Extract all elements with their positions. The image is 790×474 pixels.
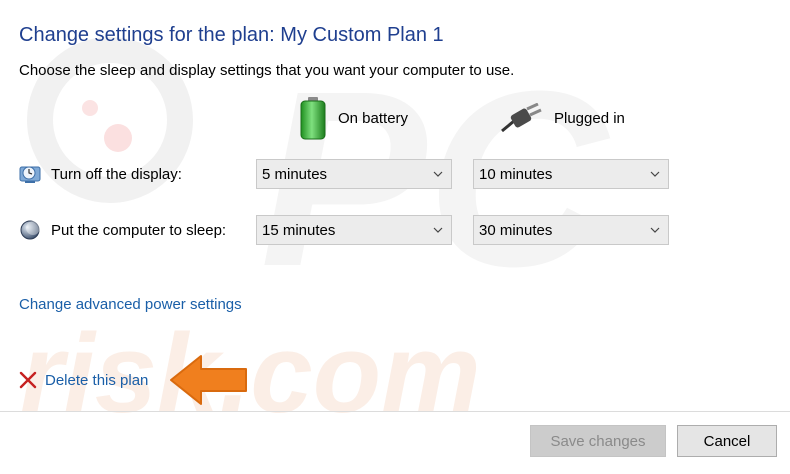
display-plugged-in-select[interactable]: 10 minutes bbox=[473, 159, 669, 189]
on-battery-label: On battery bbox=[338, 109, 409, 127]
display-timeout-label: Turn off the display: bbox=[51, 165, 182, 183]
footer-divider bbox=[0, 411, 790, 412]
sleep-timeout-label: Put the computer to sleep: bbox=[51, 221, 227, 239]
delete-plan-row[interactable]: Delete this plan bbox=[19, 366, 148, 394]
display-on-battery-select[interactable]: 5 minutes bbox=[256, 159, 452, 189]
chevron-down-icon bbox=[650, 227, 660, 233]
power-plug-icon bbox=[501, 103, 542, 133]
select-value: 5 minutes bbox=[262, 165, 328, 183]
delete-plan-link[interactable]: Delete this plan bbox=[45, 372, 148, 389]
battery-icon bbox=[300, 97, 326, 140]
save-changes-button[interactable]: Save changes bbox=[530, 425, 666, 457]
page-title: Change settings for the plan: My Custom … bbox=[19, 24, 444, 46]
display-timeout-row: Turn off the display: bbox=[19, 159, 182, 189]
delete-x-icon bbox=[19, 371, 37, 389]
select-value: 15 minutes bbox=[262, 221, 336, 239]
sleep-timeout-row: Put the computer to sleep: bbox=[19, 215, 226, 245]
advanced-power-settings-link[interactable]: Change advanced power settings bbox=[19, 296, 242, 313]
sleep-on-battery-select[interactable]: 15 minutes bbox=[256, 215, 452, 245]
select-value: 10 minutes bbox=[479, 165, 553, 183]
chevron-down-icon bbox=[433, 171, 443, 177]
sleep-plugged-in-select[interactable]: 30 minutes bbox=[473, 215, 669, 245]
sleep-moon-icon bbox=[20, 220, 40, 240]
display-timer-icon bbox=[19, 166, 41, 183]
column-on-battery: On battery bbox=[298, 96, 408, 140]
page-subtitle: Choose the sleep and display settings th… bbox=[19, 62, 515, 79]
column-plugged-in: Plugged in bbox=[500, 96, 625, 140]
chevron-down-icon bbox=[650, 171, 660, 177]
cancel-button[interactable]: Cancel bbox=[677, 425, 777, 457]
orange-arrow-icon bbox=[170, 355, 247, 405]
plugged-in-label: Plugged in bbox=[554, 109, 625, 127]
select-value: 30 minutes bbox=[479, 221, 553, 239]
chevron-down-icon bbox=[433, 227, 443, 233]
